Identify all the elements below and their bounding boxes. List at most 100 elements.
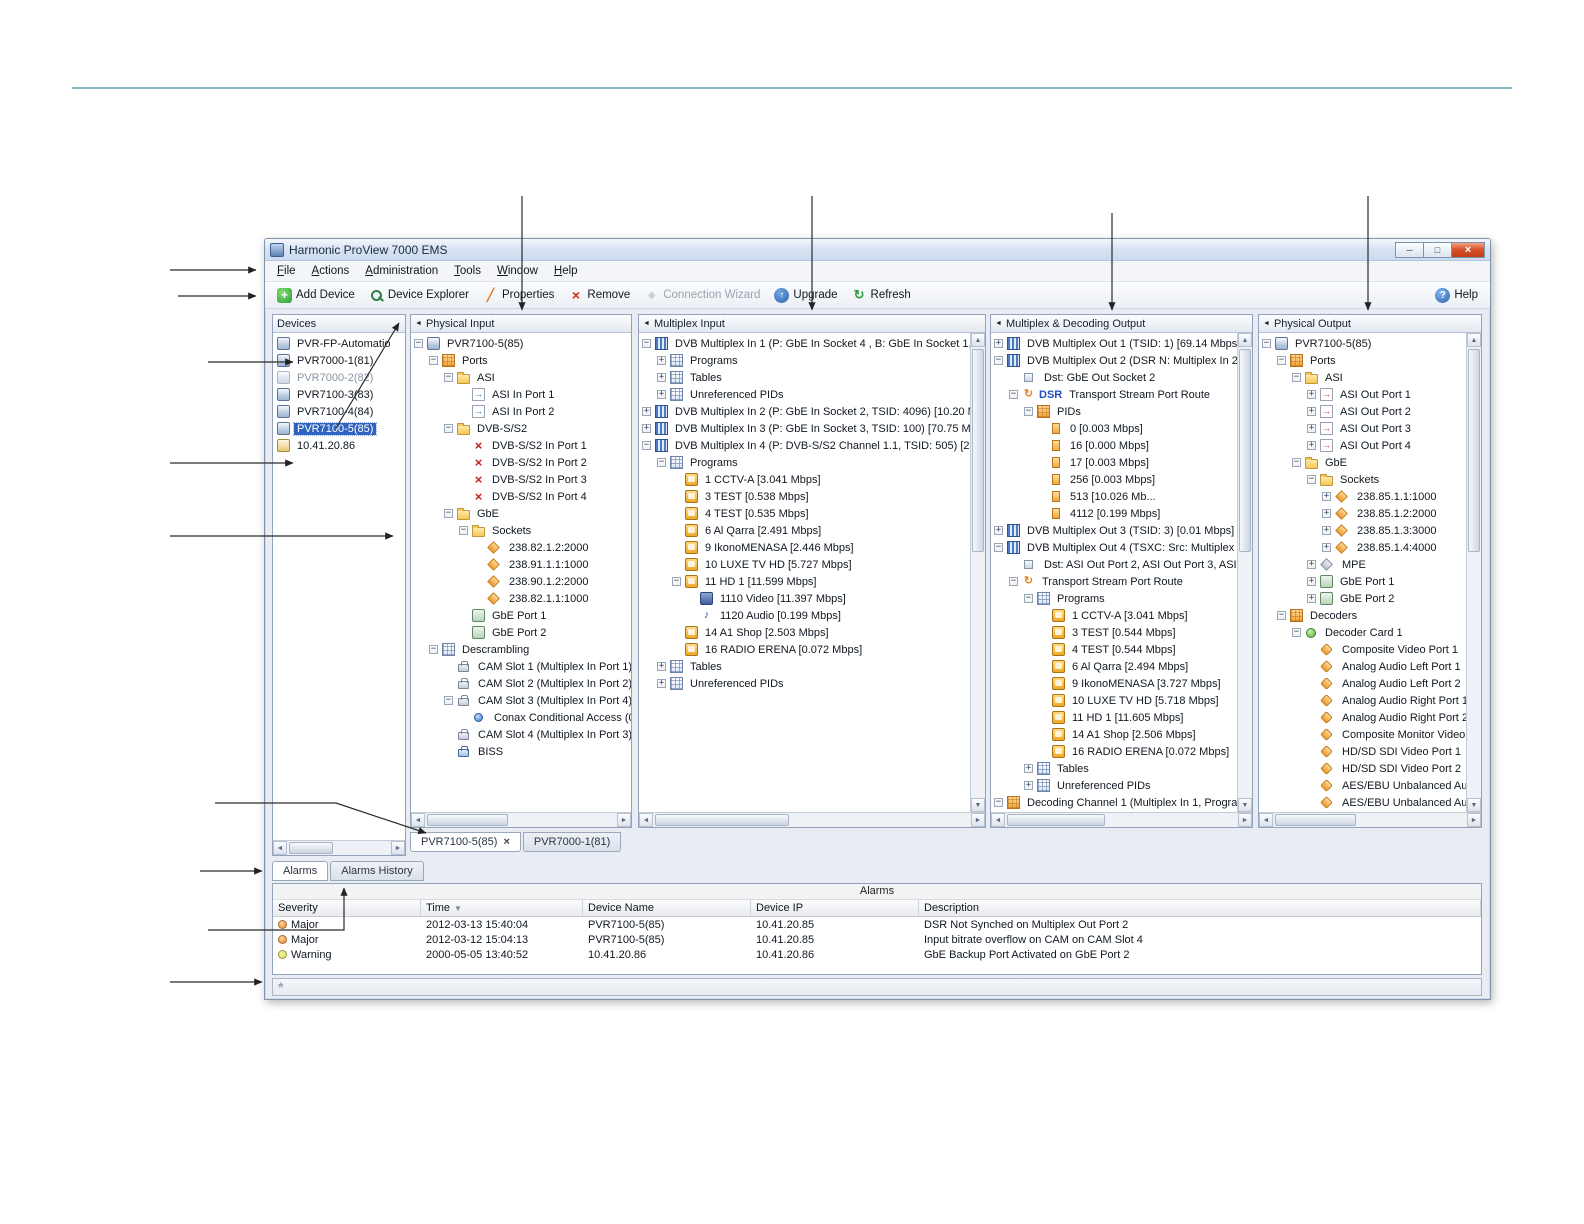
tree-item[interactable]: +GbE Port 1: [1259, 573, 1481, 590]
tree-item[interactable]: →ASI In Port 2: [411, 403, 631, 420]
tree-item[interactable]: ♪1120 Audio [0.199 Mbps]: [639, 607, 985, 624]
expand-toggle[interactable]: +: [657, 390, 666, 399]
close-button[interactable]: ×: [1451, 242, 1485, 258]
horizontal-scrollbar[interactable]: ◄►: [639, 812, 985, 827]
scroll-thumb[interactable]: [1275, 814, 1356, 826]
expand-toggle[interactable]: +: [994, 339, 1003, 348]
tree-item[interactable]: 169 PCR 1: [991, 811, 1252, 812]
tree-item[interactable]: ×DVB-S/S2 In Port 3: [411, 471, 631, 488]
tree-item[interactable]: →ASI In Port 1: [411, 386, 631, 403]
tree-item[interactable]: CAM Slot 2 (Multiplex In Port 2): [411, 675, 631, 692]
tree-item[interactable]: −Ports: [411, 352, 631, 369]
tree-item[interactable]: 1110 Video [11.397 Mbps]: [639, 590, 985, 607]
tree-item[interactable]: −DVB Multiplex In 1 (P: GbE In Socket 4 …: [639, 335, 985, 352]
expand-toggle[interactable]: +: [1307, 424, 1316, 433]
scroll-track[interactable]: [425, 813, 617, 827]
expand-toggle[interactable]: −: [642, 441, 651, 450]
close-tab-icon[interactable]: ×: [503, 836, 509, 848]
tree-item[interactable]: 11 HD 1 [11.605 Mbps]: [991, 709, 1252, 726]
device-explorer-button[interactable]: Device Explorer: [363, 286, 475, 305]
tree-item[interactable]: Dst: ASI Out Port 2, ASI Out Port 3, ASI…: [991, 556, 1252, 573]
alarm-row[interactable]: Major2012-03-12 15:04:13PVR7100-5(85)10.…: [273, 932, 1481, 947]
tree-item[interactable]: +DVB Multiplex Out 1 (TSID: 1) [69.14 Mb…: [991, 335, 1252, 352]
tree-item[interactable]: +Unreferenced PIDs: [991, 777, 1252, 794]
help-button[interactable]: ?Help: [1429, 286, 1484, 305]
tree-item[interactable]: +238.85.1.2:2000: [1259, 505, 1481, 522]
tree-item[interactable]: +238.85.1.1:1000: [1259, 488, 1481, 505]
tree-item[interactable]: Conax Conditional Access (0: [411, 709, 631, 726]
scroll-right-icon[interactable]: ►: [617, 813, 631, 827]
tree-item[interactable]: 1 CCTV-A [3.041 Mbps]: [991, 607, 1252, 624]
scroll-thumb[interactable]: [289, 842, 333, 854]
menu-item-tools[interactable]: Tools: [446, 263, 489, 279]
expand-toggle[interactable]: +: [1307, 441, 1316, 450]
expand-toggle[interactable]: −: [1307, 475, 1316, 484]
tab-pvr7100-5-85-[interactable]: PVR7100-5(85)×: [410, 832, 521, 852]
tree-item[interactable]: 14 A1 Shop [2.506 Mbps]: [991, 726, 1252, 743]
add-device-button[interactable]: +Add Device: [271, 286, 361, 305]
expand-toggle[interactable]: +: [1322, 492, 1331, 501]
expand-toggle[interactable]: −: [1024, 407, 1033, 416]
scroll-track[interactable]: [1238, 347, 1252, 798]
tree-item[interactable]: 3 TEST [0.538 Mbps]: [639, 488, 985, 505]
expand-toggle[interactable]: +: [1322, 543, 1331, 552]
tree-item[interactable]: −Descrambling: [411, 641, 631, 658]
device-list-item[interactable]: PVR-FP-Automatio: [273, 335, 405, 352]
tree-item[interactable]: 238.91.1.1:1000: [411, 556, 631, 573]
scroll-track[interactable]: [653, 813, 971, 827]
tree-item[interactable]: CAM Slot 1 (Multiplex In Port 1): [411, 658, 631, 675]
tree-item[interactable]: 3 TEST [0.544 Mbps]: [991, 624, 1252, 641]
tree-item[interactable]: −DVB Multiplex Out 2 (DSR N: Multiplex I…: [991, 352, 1252, 369]
tree-item[interactable]: +→ASI Out Port 3: [1259, 420, 1481, 437]
tree-item[interactable]: −Sockets: [411, 522, 631, 539]
column-header-description[interactable]: Description: [919, 900, 1481, 916]
tree-item[interactable]: −DVB-S/S2: [411, 420, 631, 437]
tree-item[interactable]: ×DVB-S/S2 In Port 1: [411, 437, 631, 454]
tree-item[interactable]: −GbE: [1259, 454, 1481, 471]
expand-toggle[interactable]: +: [1322, 509, 1331, 518]
scroll-track[interactable]: [1005, 813, 1238, 827]
scroll-up-icon[interactable]: ▲: [971, 333, 985, 347]
tree-item[interactable]: −PVR7100-5(85): [1259, 335, 1481, 352]
column-header-severity[interactable]: Severity: [273, 900, 421, 916]
tree-item[interactable]: 1 CCTV-A [3.041 Mbps]: [639, 471, 985, 488]
expand-toggle[interactable]: +: [657, 356, 666, 365]
expand-toggle[interactable]: −: [1009, 577, 1018, 586]
expand-toggle[interactable]: +: [642, 407, 651, 416]
expand-toggle[interactable]: −: [1277, 356, 1286, 365]
minimize-button[interactable]: ─: [1395, 242, 1424, 258]
expand-toggle[interactable]: +: [1307, 560, 1316, 569]
expand-toggle[interactable]: −: [444, 373, 453, 382]
vertical-scrollbar[interactable]: ▲▼: [970, 333, 985, 812]
column-header-device-ip[interactable]: Device IP: [751, 900, 919, 916]
tree-item[interactable]: 17 [0.003 Mbps]: [991, 454, 1252, 471]
tree-item[interactable]: −CAM Slot 3 (Multiplex In Port 4): [411, 692, 631, 709]
scroll-thumb[interactable]: [1239, 349, 1251, 552]
device-list-item[interactable]: PVR7000-2(82): [273, 369, 405, 386]
alarm-row[interactable]: Warning2000-05-05 13:40:5210.41.20.8610.…: [273, 947, 1481, 962]
tree-item[interactable]: +→ASI Out Port 1: [1259, 386, 1481, 403]
expand-toggle[interactable]: −: [429, 645, 438, 654]
scroll-right-icon[interactable]: ►: [971, 813, 985, 827]
scroll-thumb[interactable]: [1007, 814, 1105, 826]
menu-item-administration[interactable]: Administration: [357, 263, 446, 279]
tree-item[interactable]: 10 LUXE TV HD [5.718 Mbps]: [991, 692, 1252, 709]
scroll-down-icon[interactable]: ▼: [1467, 798, 1481, 812]
tree-item[interactable]: −Ports: [1259, 352, 1481, 369]
tree-item[interactable]: GbE Port 2: [411, 624, 631, 641]
tree-item[interactable]: +Tables: [639, 658, 985, 675]
expand-toggle[interactable]: −: [444, 696, 453, 705]
expand-toggle[interactable]: −: [429, 356, 438, 365]
physical-input-tree-view[interactable]: −PVR7100-5(85)−Ports−ASI→ASI In Port 1→A…: [411, 333, 631, 812]
device-list-item[interactable]: PVR7100-3(83): [273, 386, 405, 403]
expand-toggle[interactable]: −: [414, 339, 423, 348]
tree-item[interactable]: +Decoder Card 2: [1259, 811, 1481, 812]
tree-item[interactable]: −Programs: [991, 590, 1252, 607]
horizontal-scrollbar[interactable]: ◄►: [991, 812, 1252, 827]
tree-item[interactable]: +GbE Port 2: [1259, 590, 1481, 607]
expand-toggle[interactable]: +: [1024, 781, 1033, 790]
scroll-track[interactable]: [287, 841, 391, 855]
tree-item[interactable]: −↻DSRTransport Stream Port Route: [991, 386, 1252, 403]
devices-tree-view[interactable]: PVR-FP-AutomatioPVR7000-1(81)PVR7000-2(8…: [273, 333, 405, 840]
tree-item[interactable]: −ASI: [1259, 369, 1481, 386]
